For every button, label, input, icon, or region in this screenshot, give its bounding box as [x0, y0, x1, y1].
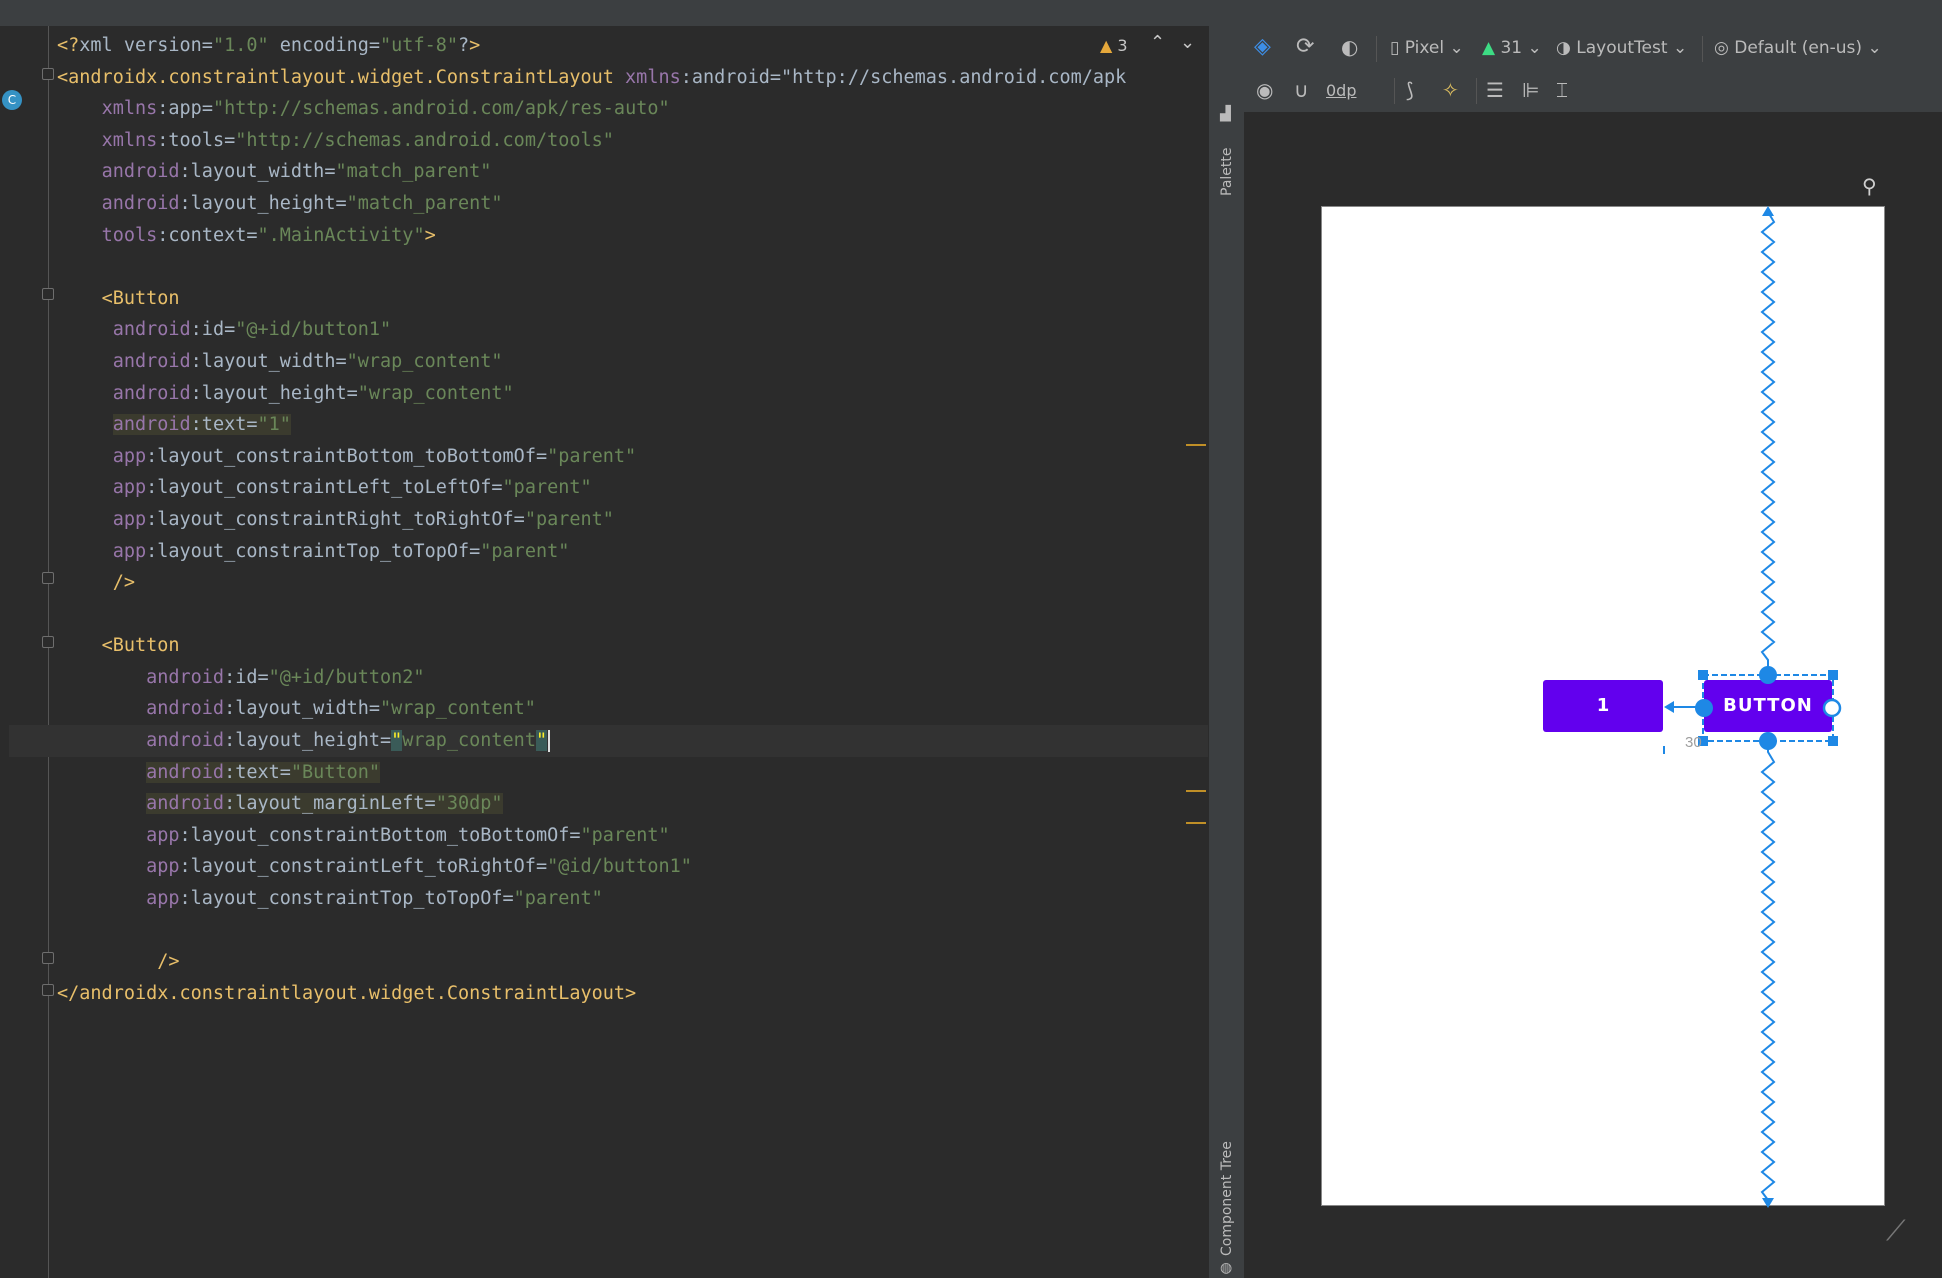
side-tool-strip: Palette ▟ Component Tree ◍ [1208, 26, 1245, 1278]
night-mode-icon[interactable]: ◐ [1341, 35, 1358, 59]
chevron-down-icon: ⌄ [1449, 38, 1464, 58]
view-options-icon[interactable]: ◉ [1256, 78, 1273, 102]
gutter-divider [48, 26, 49, 1278]
orientation-icon[interactable]: ⟳ [1296, 34, 1314, 59]
code-line[interactable]: android:text="Button" [57, 757, 1208, 789]
autoconnect-magnet-icon[interactable]: ∪ [1294, 78, 1309, 102]
phone-icon: ▯ [1390, 38, 1400, 58]
code-line[interactable]: android:layout_height="match_parent" [57, 188, 1208, 220]
device-selector[interactable]: ▯ Pixel ⌄ [1390, 38, 1464, 58]
fold-marker[interactable] [42, 288, 54, 300]
code-line[interactable]: android:layout_height="wrap_content" [57, 378, 1208, 410]
pack-icon[interactable]: ☰ [1486, 78, 1504, 102]
chevron-down-icon: ⌄ [1527, 38, 1542, 58]
class-gutter-icon[interactable]: C [2, 90, 22, 110]
fold-marker[interactable] [42, 68, 54, 80]
code-line[interactable]: android:layout_width="wrap_content" [57, 346, 1208, 378]
constraint-toolbar: ◉ ∪ 0dp ⟆ ✧ ☰ ⊫ ⌶ [1244, 72, 1942, 113]
code-line[interactable] [57, 251, 1208, 283]
fold-marker[interactable] [42, 984, 54, 996]
code-line[interactable]: app:layout_constraintLeft_toLeftOf="pare… [57, 472, 1208, 504]
code-line[interactable]: app:layout_constraintBottom_toBottomOf="… [57, 820, 1208, 852]
component-tree-tab[interactable]: Component Tree [1209, 1126, 1245, 1256]
code-line[interactable]: app:layout_constraintBottom_toBottomOf="… [57, 441, 1208, 473]
fold-marker[interactable] [42, 952, 54, 964]
code-lines[interactable]: <?xml version="1.0" encoding="utf-8"?> <a… [9, 30, 1208, 1010]
api-level-selector[interactable]: ▲ 31 ⌄ [1482, 38, 1542, 58]
code-line[interactable]: /> [57, 567, 1208, 599]
android-icon: ▲ [1482, 38, 1496, 58]
code-line[interactable]: app:layout_constraintTop_toTopOf="parent… [57, 536, 1208, 568]
code-line[interactable]: android:layout_width="wrap_content" [57, 693, 1208, 725]
infer-constraints-icon[interactable]: ✧ [1442, 78, 1459, 102]
code-line[interactable]: /> [57, 946, 1208, 978]
guidelines-icon[interactable]: ⌶ [1556, 78, 1568, 102]
clear-constraints-icon[interactable]: ⟆ [1406, 78, 1414, 102]
chevron-down-icon: ⌄ [1672, 38, 1688, 58]
design-pane: ◈ ⟳ ◐ ▯ Pixel ⌄ ▲ 31 ⌄ ◑ LayoutTest ⌄ ◎ … [1244, 26, 1942, 1278]
default-margin-field[interactable]: 0dp [1326, 81, 1357, 100]
code-line[interactable]: android:layout_marginLeft="30dp" [57, 788, 1208, 820]
code-line[interactable]: app:layout_constraintTop_toTopOf="parent… [57, 883, 1208, 915]
fold-marker[interactable] [42, 572, 54, 584]
fold-marker[interactable] [42, 636, 54, 648]
code-line[interactable]: <androidx.constraintlayout.widget.Constr… [57, 62, 1208, 94]
code-line[interactable] [57, 599, 1208, 631]
align-icon[interactable]: ⊫ [1522, 78, 1539, 102]
theme-selector[interactable]: ◑ LayoutTest ⌄ [1556, 38, 1687, 58]
code-line[interactable]: android:id="@+id/button1" [57, 314, 1208, 346]
chevron-down-icon: ⌄ [1867, 38, 1882, 58]
code-line[interactable]: android:id="@+id/button2" [57, 662, 1208, 694]
code-line[interactable]: </androidx.constraintlayout.widget.Const… [57, 978, 1208, 1010]
code-line[interactable]: <?xml version="1.0" encoding="utf-8"?> [57, 30, 1208, 62]
xml-editor[interactable]: C ▲ 3 ⌃ ⌄ <?xml version="1.0" encoding="… [0, 26, 1208, 1278]
layers-icon[interactable]: ◈ [1254, 34, 1271, 59]
code-line[interactable]: <Button [57, 630, 1208, 662]
palette-icon: ▟ [1220, 106, 1231, 122]
locale-selector[interactable]: ◎ Default (en-us) ⌄ [1714, 38, 1882, 58]
globe-icon: ◎ [1714, 38, 1729, 58]
component-tree-icon: ◍ [1220, 1260, 1233, 1276]
preview-button-2[interactable]: BUTTON [1704, 680, 1832, 732]
code-line[interactable]: tools:context=".MainActivity"> [57, 220, 1208, 252]
code-line[interactable]: xmlns:app="http://schemas.android.com/ap… [57, 93, 1208, 125]
top-bar [0, 0, 1942, 26]
code-line[interactable]: android:text="1" [57, 409, 1208, 441]
palette-tab[interactable]: Palette [1209, 126, 1245, 197]
code-line[interactable]: android:layout_height="wrap_content" [9, 725, 1208, 757]
code-line[interactable]: app:layout_constraintRight_toRightOf="pa… [57, 504, 1208, 536]
code-line[interactable]: app:layout_constraintLeft_toRightOf="@id… [57, 851, 1208, 883]
resize-handle-icon[interactable]: ⟋ [1886, 1214, 1906, 1248]
wrench-icon[interactable]: ⚲ [1862, 174, 1877, 198]
theme-icon: ◑ [1556, 38, 1571, 58]
design-toolbar: ◈ ⟳ ◐ ▯ Pixel ⌄ ▲ 31 ⌄ ◑ LayoutTest ⌄ ◎ … [1244, 26, 1942, 73]
preview-button-1[interactable]: 1 [1543, 680, 1663, 732]
code-line[interactable]: android:layout_width="match_parent" [57, 156, 1208, 188]
code-line[interactable]: <Button [57, 283, 1208, 315]
code-line[interactable]: xmlns:tools="http://schemas.android.com/… [57, 125, 1208, 157]
code-line[interactable] [57, 915, 1208, 947]
